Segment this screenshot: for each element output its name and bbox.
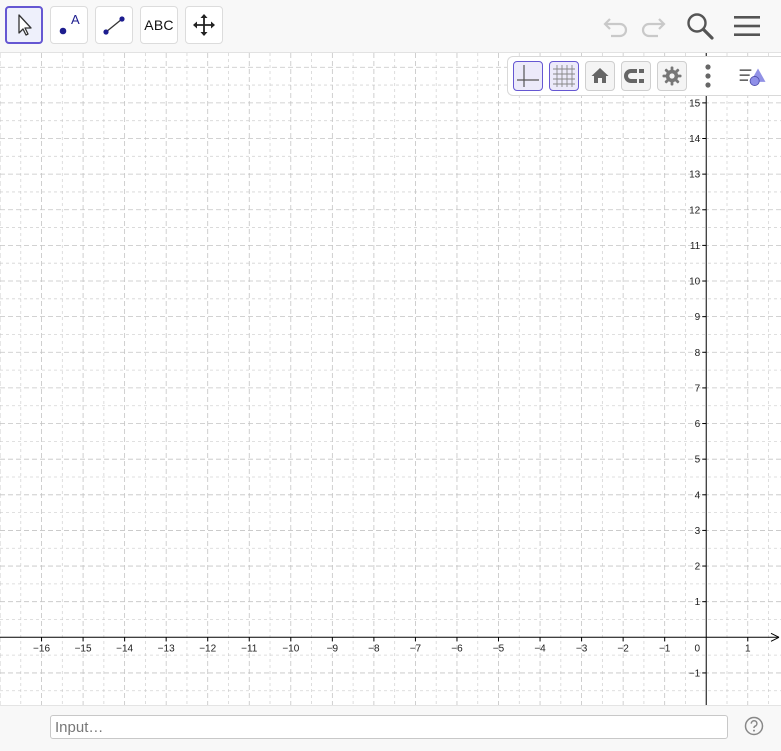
y-tick-label: 5	[695, 455, 701, 466]
undo-button[interactable]	[599, 9, 633, 43]
y-tick-label: 3	[695, 526, 701, 537]
grid-toggle-button[interactable]	[549, 61, 579, 91]
input-help-button[interactable]	[744, 716, 764, 736]
point-tool-button[interactable]: A	[50, 6, 88, 44]
y-tick-label: 9	[695, 312, 701, 323]
grid	[0, 53, 781, 705]
y-tick-label: 8	[695, 348, 701, 359]
segment-tool-button[interactable]	[95, 6, 133, 44]
search-button[interactable]	[683, 9, 717, 43]
hamburger-menu-icon	[734, 16, 760, 36]
move-graphics-view-icon	[193, 14, 215, 36]
point-capturing-button[interactable]	[621, 61, 651, 91]
tick-labels: −16 −15 −14 −13 −12 −11 −10 −9 −8 −7 −6 −5 −4 −3 −2 −1 0…	[33, 98, 751, 679]
y-tick-label: 11	[690, 241, 701, 252]
more-options-button[interactable]	[693, 61, 723, 91]
graphics-settings-button[interactable]	[657, 61, 687, 91]
redo-button[interactable]	[636, 9, 670, 43]
y-tick-label: 10	[689, 277, 701, 288]
x-tick-label: −14	[116, 643, 133, 654]
arrow-cursor-icon	[18, 14, 32, 36]
style-bar-toggle-icon	[739, 68, 766, 86]
axes-toggle-icon	[517, 65, 539, 87]
home-view-icon	[591, 68, 609, 83]
style-bar-toggle-button[interactable]	[738, 61, 768, 91]
y-tick-label: 14	[689, 134, 701, 145]
help-icon	[744, 716, 764, 736]
x-tick-label: −8	[368, 643, 380, 654]
x-tick-label: −15	[75, 643, 92, 654]
main-toolbar: A ABC	[0, 0, 781, 53]
text-tool-button[interactable]: ABC	[140, 6, 178, 44]
x-tick-label: −6	[451, 643, 463, 654]
x-tick-label: −9	[327, 643, 339, 654]
x-tick-label: −5	[493, 643, 505, 654]
undo-icon	[603, 18, 628, 38]
more-vertical-icon	[705, 64, 711, 88]
redo-icon	[641, 18, 666, 38]
main-menu-button[interactable]	[730, 9, 764, 43]
x-tick-label: 0	[694, 643, 700, 654]
x-tick-label: −12	[199, 643, 216, 654]
settings-gear-icon	[662, 66, 682, 86]
point-icon: A	[59, 12, 80, 35]
y-tick-label: 7	[695, 383, 701, 394]
x-tick-label: −7	[410, 643, 422, 654]
y-tick-label: 2	[695, 562, 701, 573]
magnet-snap-icon	[624, 69, 644, 83]
axes	[0, 53, 780, 705]
text-tool-icon: ABC	[144, 17, 174, 33]
x-tick-label: −4	[534, 643, 546, 654]
x-tick-label: −1	[659, 643, 671, 654]
x-tick-label: 1	[745, 643, 751, 654]
move-tool-button[interactable]	[5, 6, 43, 44]
algebra-input-field[interactable]	[50, 715, 728, 739]
x-tick-label: −11	[241, 643, 258, 654]
graphics-view[interactable]: −16 −15 −14 −13 −12 −11 −10 −9 −8 −7 −6 −5 −4 −3 −2 −1 0…	[0, 53, 781, 705]
x-tick-label: −16	[33, 643, 50, 654]
graphics-style-bar	[507, 56, 781, 96]
search-icon	[687, 13, 714, 40]
y-tick-label: 13	[689, 170, 701, 181]
point-tool-label: A	[71, 12, 80, 27]
grid-toggle-icon	[553, 65, 575, 87]
y-tick-label: 6	[695, 419, 701, 430]
y-tick-label: 15	[689, 98, 701, 109]
y-tick-label: 12	[689, 205, 701, 216]
x-tick-label: −13	[158, 643, 175, 654]
y-tick-label: −1	[689, 668, 701, 679]
segment-icon	[103, 16, 125, 35]
move-graphics-tool-button[interactable]	[185, 6, 223, 44]
axes-toggle-button[interactable]	[513, 61, 543, 91]
y-tick-label: 1	[695, 597, 701, 608]
y-tick-label: 4	[695, 490, 701, 501]
standard-view-button[interactable]	[585, 61, 615, 91]
x-tick-label: −2	[617, 643, 629, 654]
x-tick-label: −10	[282, 643, 299, 654]
x-tick-label: −3	[576, 643, 588, 654]
